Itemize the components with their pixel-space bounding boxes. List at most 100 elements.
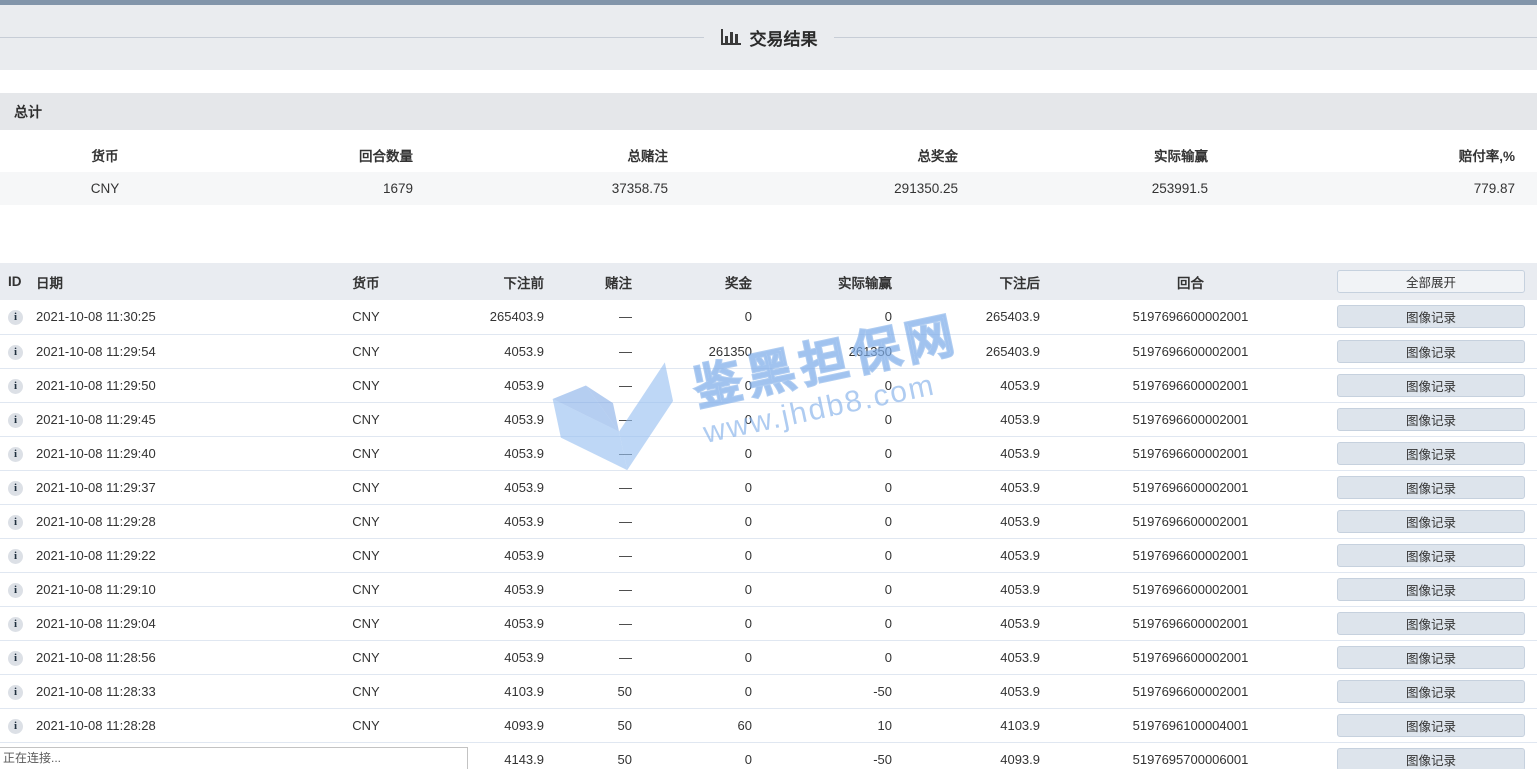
table-row: i 2021-10-08 11:29:04 CNY 4053.9 — 0 0 4… — [0, 606, 1537, 640]
header-id: ID — [0, 263, 30, 300]
row-bet: — — [548, 300, 636, 334]
image-record-button[interactable]: 图像记录 — [1337, 476, 1525, 499]
row-bet-before: 4053.9 — [406, 402, 548, 436]
info-icon[interactable]: i — [8, 583, 23, 598]
expand-all-button[interactable]: 全部展开 — [1337, 270, 1525, 293]
summary-col-payout-rate: 赔付率,% — [1230, 138, 1537, 172]
row-round: 5197696600002001 — [1044, 572, 1337, 606]
image-record-button[interactable]: 图像记录 — [1337, 748, 1525, 769]
info-icon[interactable]: i — [8, 549, 23, 564]
info-icon[interactable]: i — [8, 719, 23, 734]
row-net: 0 — [756, 300, 896, 334]
info-icon[interactable]: i — [8, 379, 23, 394]
summary-total-prize: 291350.25 — [690, 172, 980, 205]
row-bet-after: 265403.9 — [896, 300, 1044, 334]
image-record-button[interactable]: 图像记录 — [1337, 544, 1525, 567]
image-record-button[interactable]: 图像记录 — [1337, 578, 1525, 601]
page-title-text: 交易结果 — [750, 25, 818, 50]
row-round: 5197696600002001 — [1044, 334, 1337, 368]
summary-payout-rate: 779.87 — [1230, 172, 1537, 205]
info-icon[interactable]: i — [8, 651, 23, 666]
table-row: i 2021-10-08 11:29:45 CNY 4053.9 — 0 0 4… — [0, 402, 1537, 436]
row-prize: 0 — [636, 606, 756, 640]
row-round: 5197696600002001 — [1044, 538, 1337, 572]
status-tooltip: 正在连接... — [0, 747, 468, 769]
row-bet: — — [548, 436, 636, 470]
row-prize: 0 — [636, 470, 756, 504]
row-prize: 0 — [636, 368, 756, 402]
info-icon[interactable]: i — [8, 685, 23, 700]
table-row: i 2021-10-08 11:29:10 CNY 4053.9 — 0 0 4… — [0, 572, 1537, 606]
page-header: 交易结果 — [0, 5, 1537, 70]
row-net: 0 — [756, 470, 896, 504]
table-row: i 2021-10-08 11:29:28 CNY 4053.9 — 0 0 4… — [0, 504, 1537, 538]
image-record-button[interactable]: 图像记录 — [1337, 408, 1525, 431]
table-row: i 2021-10-08 11:28:33 CNY 4103.9 50 0 -5… — [0, 674, 1537, 708]
row-date: 2021-10-08 11:29:50 — [30, 368, 326, 402]
row-bet: — — [548, 470, 636, 504]
header-net: 实际输赢 — [756, 263, 896, 300]
info-icon[interactable]: i — [8, 515, 23, 530]
info-icon[interactable]: i — [8, 413, 23, 428]
transactions-table: ID 日期 货币 下注前 赌注 奖金 实际输赢 下注后 回合 全部展开 i 20… — [0, 263, 1537, 769]
row-round: 5197696600002001 — [1044, 640, 1337, 674]
row-round: 5197696600002001 — [1044, 402, 1337, 436]
row-bet-after: 4053.9 — [896, 368, 1044, 402]
row-date: 2021-10-08 11:29:22 — [30, 538, 326, 572]
row-round: 5197696600002001 — [1044, 436, 1337, 470]
summary-rounds: 1679 — [210, 172, 435, 205]
header-prize: 奖金 — [636, 263, 756, 300]
summary-col-rounds: 回合数量 — [210, 138, 435, 172]
table-header-row: ID 日期 货币 下注前 赌注 奖金 实际输赢 下注后 回合 全部展开 — [0, 263, 1537, 300]
row-currency: CNY — [326, 708, 406, 742]
row-round: 5197696600002001 — [1044, 606, 1337, 640]
row-bet: 50 — [548, 674, 636, 708]
row-round: 5197696600002001 — [1044, 674, 1337, 708]
row-bet-before: 4053.9 — [406, 572, 548, 606]
page-title: 交易结果 — [0, 25, 1537, 50]
image-record-button[interactable]: 图像记录 — [1337, 714, 1525, 737]
row-prize: 0 — [636, 436, 756, 470]
row-net: 10 — [756, 708, 896, 742]
summary-header-row: 货币 回合数量 总赌注 总奖金 实际输赢 赔付率,% — [0, 138, 1537, 172]
info-icon[interactable]: i — [8, 345, 23, 360]
image-record-button[interactable]: 图像记录 — [1337, 612, 1525, 635]
image-record-button[interactable]: 图像记录 — [1337, 646, 1525, 669]
info-icon[interactable]: i — [8, 617, 23, 632]
image-record-button[interactable]: 图像记录 — [1337, 680, 1525, 703]
bar-chart-icon — [720, 28, 742, 47]
image-record-button[interactable]: 图像记录 — [1337, 442, 1525, 465]
info-icon[interactable]: i — [8, 447, 23, 462]
info-icon[interactable]: i — [8, 481, 23, 496]
row-bet: — — [548, 538, 636, 572]
row-currency: CNY — [326, 368, 406, 402]
row-bet-after: 4053.9 — [896, 538, 1044, 572]
row-date: 2021-10-08 11:29:04 — [30, 606, 326, 640]
row-bet-before: 4103.9 — [406, 674, 548, 708]
info-icon[interactable]: i — [8, 310, 23, 325]
image-record-button[interactable]: 图像记录 — [1337, 340, 1525, 363]
row-date: 2021-10-08 11:28:33 — [30, 674, 326, 708]
row-bet-before: 4053.9 — [406, 538, 548, 572]
row-currency: CNY — [326, 674, 406, 708]
summary-currency: CNY — [0, 172, 210, 205]
summary-net: 253991.5 — [980, 172, 1230, 205]
row-bet-after: 4053.9 — [896, 470, 1044, 504]
row-date: 2021-10-08 11:29:28 — [30, 504, 326, 538]
totals-label-text: 总计 — [14, 102, 42, 122]
summary-total-bet: 37358.75 — [435, 172, 690, 205]
row-prize: 60 — [636, 708, 756, 742]
row-round: 5197696600002001 — [1044, 368, 1337, 402]
table-row: i 2021-10-08 11:29:22 CNY 4053.9 — 0 0 4… — [0, 538, 1537, 572]
row-bet-before: 4053.9 — [406, 368, 548, 402]
row-bet-before: 4053.9 — [406, 436, 548, 470]
row-date: 2021-10-08 11:29:37 — [30, 470, 326, 504]
row-prize: 0 — [636, 572, 756, 606]
header-round: 回合 — [1044, 263, 1337, 300]
row-bet: — — [548, 572, 636, 606]
image-record-button[interactable]: 图像记录 — [1337, 305, 1525, 328]
image-record-button[interactable]: 图像记录 — [1337, 510, 1525, 533]
row-prize: 0 — [636, 402, 756, 436]
image-record-button[interactable]: 图像记录 — [1337, 374, 1525, 397]
row-bet-after: 265403.9 — [896, 334, 1044, 368]
